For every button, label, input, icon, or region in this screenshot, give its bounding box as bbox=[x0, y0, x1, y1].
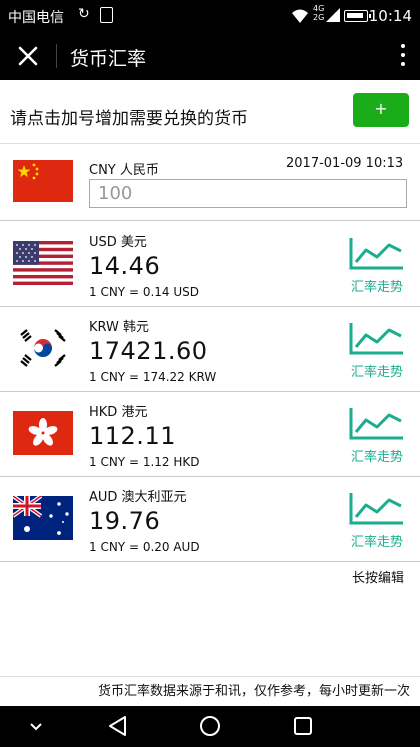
exchange-rate: 1 CNY = 0.14 USD bbox=[89, 285, 199, 299]
hong-kong-flag-icon bbox=[13, 411, 73, 455]
china-flag-icon bbox=[13, 160, 73, 202]
currency-name: HKD 港元 bbox=[89, 405, 148, 420]
nfc-icon: ↻ bbox=[78, 6, 90, 22]
usa-flag-icon bbox=[13, 241, 73, 285]
exchange-rate: 1 CNY = 1.12 HKD bbox=[89, 455, 200, 469]
app-bar: 货币汇率 bbox=[0, 32, 420, 80]
trend-chart-icon bbox=[349, 408, 403, 440]
add-currency-prompt: 请点击加号增加需要兑换的货币 bbox=[10, 109, 248, 129]
app-bar-divider bbox=[56, 44, 57, 68]
currency-row-aud[interactable]: AUD 澳大利亚元 19.76 1 CNY = 0.20 AUD 汇率走势 bbox=[0, 477, 420, 562]
trend-button[interactable]: 汇率走势 bbox=[346, 491, 408, 557]
trend-chart-icon bbox=[349, 238, 403, 270]
chevron-down-icon[interactable] bbox=[24, 714, 48, 738]
south-korea-flag-icon bbox=[13, 326, 73, 370]
trend-label: 汇率走势 bbox=[350, 450, 403, 465]
currency-name: AUD 澳大利亚元 bbox=[89, 490, 187, 505]
trend-label: 汇率走势 bbox=[350, 280, 403, 295]
add-currency-bar: 请点击加号增加需要兑换的货币 + bbox=[0, 88, 420, 144]
trend-label: 汇率走势 bbox=[350, 365, 403, 380]
converted-amount: 14.46 bbox=[89, 252, 161, 280]
base-currency-name: CNY 人民币 bbox=[89, 163, 159, 178]
network-type-label: 4G 2G bbox=[313, 4, 325, 22]
currency-row-krw[interactable]: KRW 韩元 17421.60 1 CNY = 174.22 KRW 汇率走势 bbox=[0, 307, 420, 392]
back-icon[interactable] bbox=[106, 714, 130, 738]
carrier-label: 中国电信 bbox=[8, 10, 64, 26]
add-currency-button[interactable]: + bbox=[353, 93, 409, 127]
trend-button[interactable]: 汇率走势 bbox=[346, 321, 408, 387]
more-icon[interactable] bbox=[400, 44, 406, 68]
currency-name: USD 美元 bbox=[89, 235, 147, 250]
clock: 10:14 bbox=[368, 7, 412, 25]
trend-button[interactable]: 汇率走势 bbox=[346, 236, 408, 302]
close-icon[interactable] bbox=[14, 42, 42, 70]
data-source-footer: 货币汇率数据来源于和讯，仅作参考，每小时更新一次 bbox=[0, 676, 420, 706]
trend-button[interactable]: 汇率走势 bbox=[346, 406, 408, 472]
signal-icon bbox=[326, 8, 340, 22]
wifi-icon bbox=[292, 9, 308, 23]
converted-amount: 112.11 bbox=[89, 422, 176, 450]
exchange-rate: 1 CNY = 0.20 AUD bbox=[89, 540, 200, 554]
recents-icon[interactable] bbox=[291, 714, 315, 738]
currency-name: KRW 韩元 bbox=[89, 320, 150, 335]
long-press-edit-hint: 长按编辑 bbox=[351, 571, 404, 586]
trend-chart-icon bbox=[349, 323, 403, 355]
update-timestamp: 2017-01-09 10:13 bbox=[286, 156, 404, 171]
system-nav-bar bbox=[0, 706, 420, 747]
battery-icon bbox=[344, 10, 371, 22]
trend-chart-icon bbox=[349, 493, 403, 525]
exchange-rate: 1 CNY = 174.22 KRW bbox=[89, 370, 217, 384]
currency-row-usd[interactable]: USD 美元 14.46 1 CNY = 0.14 USD 汇率走势 bbox=[0, 222, 420, 307]
converted-amount: 19.76 bbox=[89, 507, 161, 535]
home-icon[interactable] bbox=[198, 714, 222, 738]
base-currency-row: CNY 人民币 2017-01-09 10:13 bbox=[0, 146, 420, 221]
status-bar: 中国电信 ↻ 4G 2G 10:14 bbox=[0, 0, 420, 32]
australia-flag-icon bbox=[13, 496, 73, 540]
trend-label: 汇率走势 bbox=[350, 535, 403, 550]
currency-row-hkd[interactable]: HKD 港元 112.11 1 CNY = 1.12 HKD 汇率走势 bbox=[0, 392, 420, 477]
sd-card-icon bbox=[100, 7, 113, 23]
amount-input[interactable] bbox=[89, 179, 407, 208]
converted-amount: 17421.60 bbox=[89, 337, 208, 365]
page-title: 货币汇率 bbox=[70, 48, 147, 70]
